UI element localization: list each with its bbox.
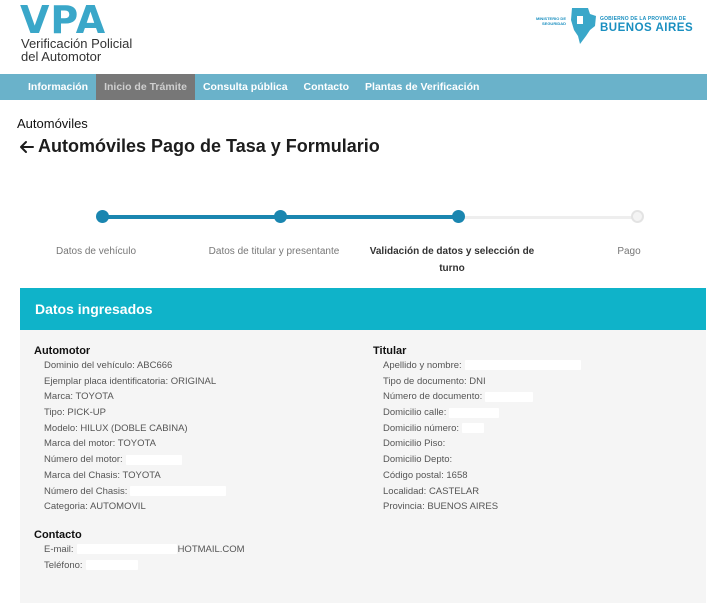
step-label-datos-vehiculo: Datos de vehículo xyxy=(55,246,137,257)
redacted-value xyxy=(462,423,485,434)
step-dot-datos-vehiculo[interactable] xyxy=(96,210,109,223)
contacto-title: Contacto xyxy=(34,528,82,541)
field-marca-motor: Marca del motor: TOYOTA xyxy=(44,438,156,450)
field-marca: Marca: TOYOTA xyxy=(44,391,114,403)
progress-stepper: Datos de vehículo Datos de titular y pre… xyxy=(0,205,707,285)
datos-ingresados-body: Automotor Dominio del vehículo: ABC666 E… xyxy=(20,330,706,603)
field-dominio: Dominio del vehículo: ABC666 xyxy=(44,360,173,371)
vpa-logo-subtitle: Verificación Policial del Automotor xyxy=(21,37,132,63)
back-arrow-icon[interactable] xyxy=(18,138,36,156)
field-localidad: Localidad: CASTELAR xyxy=(383,485,480,497)
redacted-value xyxy=(125,454,182,465)
titular-column: Titular Apellido y nombre: Tipo de docum… xyxy=(373,344,693,515)
province-map-icon xyxy=(571,8,596,44)
redacted-value xyxy=(85,560,138,571)
field-email-label: E-mail: xyxy=(44,543,74,555)
step-dot-pago xyxy=(631,210,644,223)
redacted-value xyxy=(76,544,177,555)
field-codigo-postal: Código postal: 1658 xyxy=(383,469,468,481)
breadcrumb[interactable]: Automóviles xyxy=(17,116,88,131)
nav-inicio-de-tramite[interactable]: Inicio de Trámite xyxy=(96,74,195,100)
step-label-datos-titular: Datos de titular y presentante xyxy=(208,246,340,257)
field-domicilio-calle-row: Domicilio calle: xyxy=(373,405,693,421)
field-numero-documento-row: Número de documento: xyxy=(373,389,693,405)
field-numero-motor-row: Número del motor: xyxy=(34,452,364,468)
government-logo: MINISTERIO DE SEGURIDAD GOBIERNO DE LA P… xyxy=(530,6,693,46)
datos-ingresados-header: Datos ingresados xyxy=(20,288,706,330)
field-ejemplar-placa: Ejemplar placa identificatoria: ORIGINAL xyxy=(44,375,217,387)
field-email-row: E-mail: HOTMAIL.COM xyxy=(34,542,364,558)
page-title-row: Automóviles Pago de Tasa y Formulario xyxy=(18,136,380,157)
step-dot-validacion[interactable] xyxy=(452,210,465,223)
nav-informacion[interactable]: Información xyxy=(20,74,96,100)
field-numero-chasis-row: Número del Chasis: xyxy=(34,484,364,500)
field-tipo-documento: Tipo de documento: DNI xyxy=(383,375,486,387)
field-numero-motor: Número del motor: xyxy=(44,454,123,466)
field-domicilio-calle: Domicilio calle: xyxy=(383,407,447,419)
page-title: Automóviles Pago de Tasa y Formulario xyxy=(38,136,380,156)
field-domicilio-numero: Domicilio número: xyxy=(383,422,460,434)
step-label-validacion: Validación de datos y selección de turno xyxy=(369,246,535,274)
logo-subtitle-line-2: del Automotor xyxy=(21,49,102,64)
field-numero-chasis: Número del Chasis: xyxy=(44,485,128,497)
redacted-value xyxy=(449,407,500,418)
field-categoria: Categoria: AUTOMOVIL xyxy=(44,501,146,513)
site-header: VPA Verificación Policial del Automotor … xyxy=(0,0,707,74)
field-apellido-nombre-row: Apellido y nombre: xyxy=(373,358,693,374)
nav-contacto[interactable]: Contacto xyxy=(296,74,358,100)
nav-consulta-publica[interactable]: Consulta pública xyxy=(195,74,296,100)
field-provincia: Provincia: BUENOS AIRES xyxy=(383,501,499,513)
field-marca-chasis: Marca del Chasis: TOYOTA xyxy=(44,469,161,481)
titular-title: Titular xyxy=(373,345,407,357)
field-email-domain: HOTMAIL.COM xyxy=(177,543,245,555)
main-nav: Información Inicio de Trámite Consulta p… xyxy=(0,74,707,100)
ministry-label: MINISTERIO DE SEGURIDAD xyxy=(530,16,566,26)
government-line-2: BUENOS AIRES xyxy=(600,22,694,34)
ministry-line-2: SEGURIDAD xyxy=(541,21,566,26)
redacted-value xyxy=(130,485,227,496)
field-telefono-row: Teléfono: xyxy=(34,558,364,574)
step-dot-datos-titular[interactable] xyxy=(274,210,287,223)
field-domicilio-depto: Domicilio Depto: xyxy=(383,454,453,466)
redacted-value xyxy=(464,360,581,371)
field-apellido-nombre: Apellido y nombre: xyxy=(383,360,462,371)
field-tipo: Tipo: PICK-UP xyxy=(44,407,106,419)
vpa-logo[interactable]: VPA xyxy=(20,0,106,40)
redacted-value xyxy=(485,391,534,402)
field-telefono-label: Teléfono: xyxy=(44,559,83,571)
step-label-pago: Pago xyxy=(617,246,641,257)
nav-plantas-de-verificacion[interactable]: Plantas de Verificación xyxy=(357,74,487,100)
automotor-title: Automotor xyxy=(34,345,91,357)
field-numero-documento: Número de documento: xyxy=(383,391,483,403)
field-domicilio-piso: Domicilio Piso: xyxy=(383,438,446,450)
field-modelo: Modelo: HILUX (DOBLE CABINA) xyxy=(44,422,188,434)
field-domicilio-numero-row: Domicilio número: xyxy=(373,421,693,437)
automotor-column: Automotor Dominio del vehículo: ABC666 E… xyxy=(34,344,364,573)
